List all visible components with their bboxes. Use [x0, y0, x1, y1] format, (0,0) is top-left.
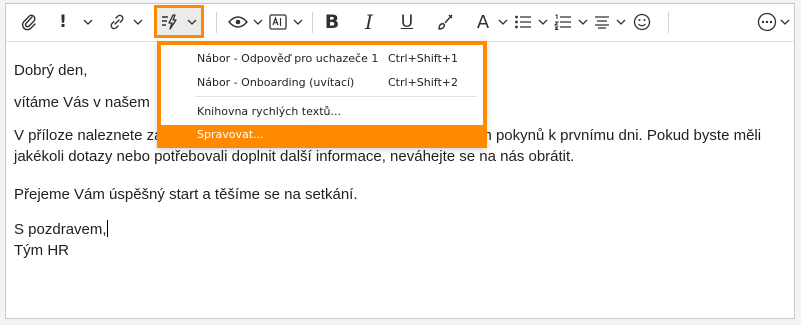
compose-window: ! B I U A Dobrý den, vítáme Vás v našem …: [5, 3, 795, 319]
more-options-button[interactable]: [756, 8, 778, 36]
underline-button[interactable]: U: [396, 8, 418, 36]
chevron-down-icon: [293, 19, 303, 25]
chevron-down-icon: [253, 19, 263, 25]
more-options-dropdown-chevron[interactable]: [779, 8, 791, 36]
toolbar-separator: [312, 12, 313, 33]
formatting-toolbar: ! B I U A: [6, 4, 794, 42]
chevron-down-icon: [133, 19, 143, 25]
menu-item-shortcut: Ctrl+Shift+1: [388, 51, 459, 65]
bullets-button[interactable]: [512, 8, 534, 36]
link-button[interactable]: [106, 8, 128, 36]
paintbrush-icon: [438, 14, 453, 30]
text-box-icon: [269, 14, 287, 30]
attach-button[interactable]: [18, 8, 40, 36]
menu-item-hiring-onboarding[interactable]: Nábor - Onboarding (uvítací) Ctrl+Shift+…: [161, 71, 483, 93]
font-color-button[interactable]: A: [472, 8, 494, 36]
font-color-icon: A: [476, 11, 490, 33]
numbered-list-icon: [554, 14, 571, 30]
font-color-dropdown-chevron[interactable]: [497, 8, 509, 36]
toolbar-separator: [668, 12, 669, 33]
numbering-button[interactable]: [552, 8, 574, 36]
importance-dropdown-chevron[interactable]: [82, 8, 94, 36]
email-closing: S pozdravem,: [14, 221, 107, 238]
eye-icon: [228, 16, 248, 28]
emoji-button[interactable]: [631, 8, 653, 36]
menu-item-manage[interactable]: Spravovat...: [161, 125, 483, 144]
menu-item-shortcut: Ctrl+Shift+2: [388, 75, 459, 89]
paperclip-icon: [21, 14, 36, 31]
quick-text-button[interactable]: [158, 8, 180, 36]
quick-text-icon: [162, 14, 177, 30]
email-signature: Tým HR: [14, 242, 69, 259]
link-icon: [110, 14, 124, 30]
chevron-down-icon: [780, 19, 790, 25]
toolbar-separator: [216, 12, 217, 33]
view-button[interactable]: [227, 8, 249, 36]
link-dropdown-chevron[interactable]: [132, 8, 144, 36]
underline-icon: U: [400, 12, 414, 32]
quick-text-dropdown-chevron[interactable]: [186, 8, 198, 36]
smiley-icon: [633, 13, 651, 31]
text-caret: [106, 220, 108, 237]
menu-item-label: Nábor - Onboarding (uvítací): [197, 75, 355, 89]
chevron-down-icon: [83, 19, 93, 25]
chevron-down-icon: [498, 19, 508, 25]
chevron-down-icon: [578, 19, 588, 25]
text-box-dropdown-chevron[interactable]: [292, 8, 304, 36]
text-box-button[interactable]: [267, 8, 289, 36]
exclamation-icon: !: [59, 12, 67, 32]
menu-item-hiring-reply[interactable]: Nábor - Odpověď pro uchazeče 1 Ctrl+Shif…: [161, 47, 483, 69]
format-painter-button[interactable]: [434, 8, 456, 36]
align-button[interactable]: [591, 8, 613, 36]
email-wish-line: Přejeme Vám úspěšný start a těšíme se na…: [14, 186, 358, 203]
menu-divider: [195, 96, 477, 97]
align-dropdown-chevron[interactable]: [615, 8, 627, 36]
italic-button[interactable]: I: [358, 8, 380, 36]
more-icon: [757, 12, 777, 32]
importance-button[interactable]: !: [56, 8, 70, 36]
menu-item-label: Nábor - Odpověď pro uchazeče 1: [197, 51, 379, 65]
menu-item-label: Spravovat...: [197, 128, 264, 141]
menu-item-quick-text-library[interactable]: Knihovna rychlých textů...: [161, 100, 483, 122]
align-icon: [595, 16, 609, 29]
numbering-dropdown-chevron[interactable]: [577, 8, 589, 36]
view-dropdown-chevron[interactable]: [252, 8, 264, 36]
italic-icon: I: [365, 10, 373, 34]
bullet-list-icon: [515, 15, 531, 29]
email-closing-line: S pozdravem,: [14, 219, 784, 240]
chevron-down-icon: [616, 19, 626, 25]
bullets-dropdown-chevron[interactable]: [537, 8, 549, 36]
menu-item-label: Knihovna rychlých textů...: [197, 104, 341, 118]
chevron-down-icon: [538, 19, 548, 25]
quick-text-dropdown-menu: Nábor - Odpověď pro uchazeče 1 Ctrl+Shif…: [157, 41, 487, 148]
bold-button[interactable]: B: [321, 8, 343, 36]
bold-icon: B: [324, 11, 340, 33]
chevron-down-icon: [187, 19, 197, 25]
